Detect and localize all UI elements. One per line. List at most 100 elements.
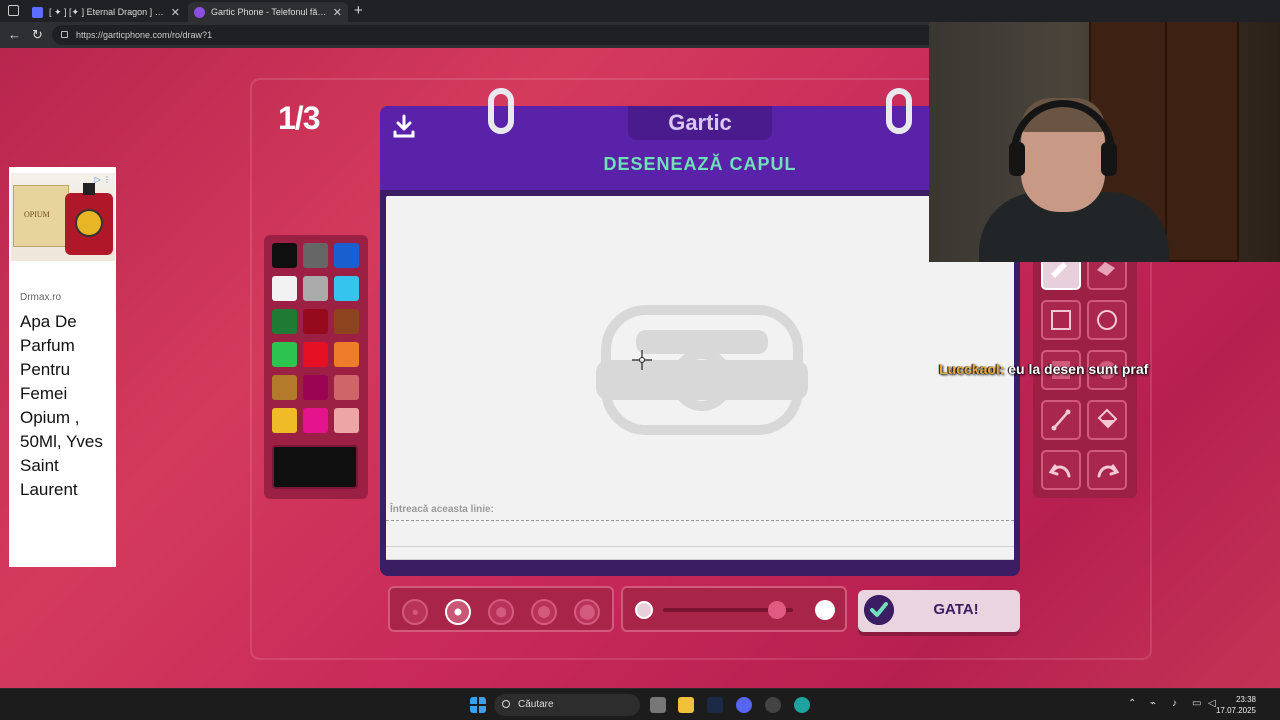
task-view-icon[interactable] [650,697,666,713]
file-explorer-icon[interactable] [678,697,694,713]
trace-guide-line [386,520,1014,521]
color-swatch[interactable] [334,309,359,334]
tab-eternal-dragon[interactable]: [ ✦ ] [✦ ] Eternal Dragon ] Horrific ✕ [26,2,186,22]
sidebar-toggle-icon[interactable] [8,5,19,16]
color-swatch[interactable] [334,276,359,301]
screen: [ ✦ ] [✦ ] Eternal Dragon ] Horrific ✕ G… [0,0,1280,720]
card-header: Gartic DESENEAZĂ CAPUL [380,106,1020,190]
brush-size-option[interactable] [574,599,600,625]
clock[interactable]: 23:38 17.07.2025 [1216,694,1256,716]
new-tab-button[interactable]: + [354,2,363,19]
tool-rectangle[interactable] [1041,300,1081,340]
search-icon [502,700,510,708]
ad-image[interactable]: OPIUM ▷ ⋮ [11,173,115,261]
check-icon [864,595,894,625]
brush-size-option[interactable] [531,599,557,625]
tool-fill-bucket[interactable] [1087,400,1127,440]
opacity-handle[interactable] [768,601,787,619]
tool-line[interactable] [1041,400,1081,440]
binder-ring [488,88,514,134]
task-title: DESENEAZĂ CAPUL [603,154,797,174]
paper-edge [386,546,1014,560]
perfume-box: OPIUM [13,185,69,247]
drawing-card: Gartic DESENEAZĂ CAPUL Întreacă aceasta … [380,88,1020,576]
webcam-overlay [929,22,1280,262]
windows-start-icon[interactable] [470,697,486,713]
color-swatch[interactable] [334,408,359,433]
close-tab-icon[interactable]: ✕ [171,6,180,19]
color-swatch[interactable] [303,243,328,268]
color-swatch[interactable] [272,375,297,400]
chat-username: Lucckaol: [939,361,1005,377]
color-swatch[interactable] [303,342,328,367]
edge-browser-icon[interactable] [794,697,810,713]
binder-ring [886,88,912,134]
network-icon[interactable]: ⌁ [1150,698,1156,709]
ad-title[interactable]: Apa De Parfum Pentru Femei Opium , 50Ml,… [20,310,112,502]
obs-icon[interactable] [765,697,781,713]
advertisement[interactable]: OPIUM ▷ ⋮ Drmax.ro Apa De Parfum Pentru … [9,167,116,567]
color-swatch[interactable] [303,408,328,433]
color-swatch[interactable] [303,375,328,400]
color-swatch[interactable] [272,342,297,367]
line-icon [1051,409,1071,431]
color-swatch[interactable] [272,309,297,334]
ad-choices-icon[interactable]: ▷ ⋮ [95,175,111,184]
undo-icon [1048,464,1071,478]
brush-size-selector [388,586,614,632]
reload-icon[interactable]: ↻ [32,27,43,43]
tool-circle[interactable] [1087,300,1127,340]
discord-icon[interactable] [736,697,752,713]
chat-message: Lucckaol: eu la desen sunt praf [939,361,1148,377]
done-label: GATA! [933,601,979,618]
tray-chevron-icon[interactable]: ⌃ [1128,698,1136,709]
opacity-slider[interactable] [621,586,847,632]
display-icon[interactable]: ▭ [1192,698,1201,709]
microphone-icon[interactable]: ♪ [1172,698,1177,709]
brush-size-option[interactable] [402,599,428,625]
round-counter: 1/3 [278,100,320,136]
back-arrow-icon[interactable]: ← [8,27,21,42]
tab-gartic-phone[interactable]: Gartic Phone - Telefonul fără fir ✕ [188,2,348,22]
color-swatch[interactable] [272,276,297,301]
discord-favicon-icon [32,6,43,18]
brush-size-option[interactable] [445,599,471,625]
site-info-icon[interactable] [61,31,68,38]
color-swatch[interactable] [334,342,359,367]
brush-size-option[interactable] [488,599,514,625]
perfume-box-label: OPIUM [24,210,50,219]
color-swatch[interactable] [272,243,297,268]
current-color-preview [272,445,358,489]
crosshair-cursor-icon [632,350,652,370]
gartic-logo: Gartic [668,110,732,135]
fill-bucket-icon [1097,408,1118,429]
clock-date: 17.07.2025 [1215,706,1256,715]
color-swatch[interactable] [272,408,297,433]
color-palette [264,235,368,499]
browser-tab-bar: [ ✦ ] [✦ ] Eternal Dragon ] Horrific ✕ G… [0,0,1280,22]
ad-domain[interactable]: Drmax.ro [20,292,61,303]
color-swatch[interactable] [303,276,328,301]
close-tab-icon[interactable]: ✕ [333,6,342,19]
gartic-phone-watermark-icon [596,305,808,435]
circle-icon [1097,310,1117,330]
clock-time: 23:38 [1235,695,1256,704]
color-swatch[interactable] [334,375,359,400]
tab-title: Gartic Phone - Telefonul fără fir [211,7,329,17]
color-swatch[interactable] [303,309,328,334]
opacity-high-icon [815,600,835,620]
drawing-canvas[interactable]: Întreacă aceasta linie: [386,196,1014,560]
tab-title: [ ✦ ] [✦ ] Eternal Dragon ] Horrific [49,6,167,17]
chat-text: eu la desen sunt praf [1008,361,1149,377]
taskbar-search[interactable]: Căutare [494,694,640,716]
volume-icon[interactable]: ◁ [1208,698,1216,709]
redo-icon [1097,464,1120,478]
tool-redo[interactable] [1087,450,1127,490]
done-button[interactable]: GATA! [858,590,1020,632]
color-swatch[interactable] [334,243,359,268]
opacity-low-icon [635,601,653,619]
taskbar: Căutare ⌃ ⌁ ♪ ▭ ◁ 23:38 17.07.2025 [0,688,1280,720]
steam-icon[interactable] [707,697,723,713]
tool-undo[interactable] [1041,450,1081,490]
search-placeholder: Căutare [518,699,554,710]
